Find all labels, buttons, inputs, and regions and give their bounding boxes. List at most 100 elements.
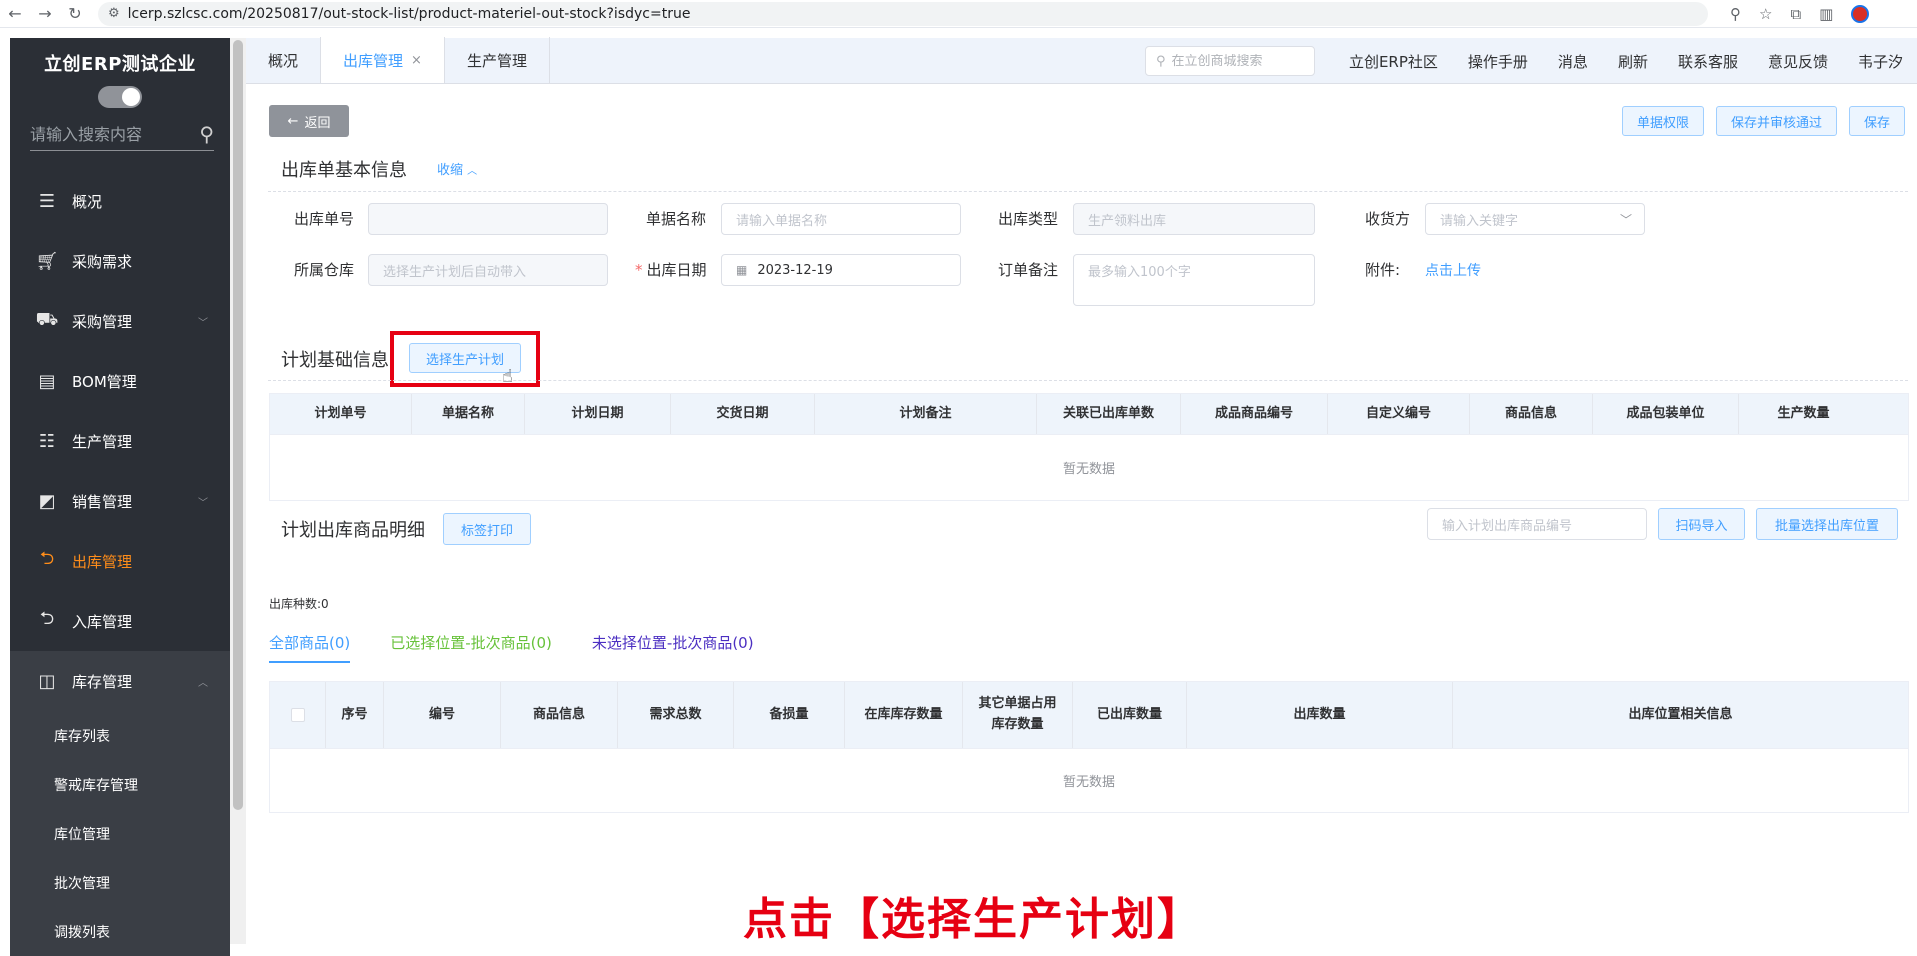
outbound-kind-count: 出库种数:0 (269, 597, 329, 611)
arrow-left-icon: ← (287, 113, 299, 129)
product-code-input[interactable]: 输入计划出库商品编号 (1427, 508, 1647, 540)
list-icon: ☰ (38, 190, 56, 212)
inbound-icon: ⮌ (39, 608, 55, 629)
filter-tab-all[interactable]: 全部商品(0) (269, 632, 351, 663)
sidebar-item-purchase-management[interactable]: ⛟ 采购管理 ﹀ (10, 291, 230, 351)
highlight-box (390, 331, 540, 387)
messages-link[interactable]: 消息 (1558, 51, 1588, 72)
forward-arrow-icon[interactable]: → (30, 4, 60, 23)
select-all-checkbox[interactable] (290, 708, 305, 722)
basic-info-title: 出库单基本信息 (281, 160, 407, 181)
filter-tab-selected-location[interactable]: 已选择位置-批次商品(0) (390, 632, 552, 663)
save-approve-button[interactable]: 保存并审核通过 (1715, 106, 1837, 136)
sidepanel-icon[interactable]: ▥ (1819, 5, 1833, 23)
reload-icon[interactable]: ↻ (60, 4, 90, 23)
save-button[interactable]: 保存 (1848, 106, 1905, 136)
mall-search-input[interactable] (1171, 53, 1302, 69)
close-icon[interactable]: × (411, 53, 422, 68)
sidebar-item-bom[interactable]: ▤ BOM管理 (10, 351, 230, 411)
hand-cursor-icon: ☝ (502, 366, 513, 387)
sidebar-subitem-location[interactable]: 库位管理 (10, 809, 230, 858)
warehouse-label: 所属仓库 (294, 261, 355, 279)
sidebar-item-outbound[interactable]: ⮌ 出库管理 (10, 531, 230, 591)
manual-link[interactable]: 操作手册 (1468, 51, 1528, 72)
url-text: lcerp.szlcsc.com/20250817/out-stock-list… (127, 5, 691, 22)
sidebar-item-label: BOM管理 (72, 372, 137, 391)
sidebar-item-production[interactable]: ☷ 生产管理 (10, 411, 230, 471)
extensions-icon[interactable]: ⧉ (1790, 5, 1801, 23)
outbound-type-field: 生产领料出库 (1073, 203, 1315, 235)
sidebar-item-label: 采购需求 (72, 252, 133, 271)
tab-label: 生产管理 (466, 51, 527, 70)
collapse-label: 收缩 (437, 163, 464, 178)
sidebar-subitem-stock-list[interactable]: 库存列表 (10, 711, 230, 760)
sidebar-subitem-alert-stock[interactable]: 警戒库存管理 (10, 760, 230, 809)
filter-tabs: 全部商品(0) 已选择位置-批次商品(0) 未选择位置-批次商品(0) (269, 632, 754, 663)
search-icon[interactable]: ⚲ (199, 122, 214, 146)
sidebar-search-input[interactable] (30, 124, 180, 144)
sidebar-subitem-transfer[interactable]: 调拨列表 (10, 907, 230, 956)
back-arrow-icon[interactable]: ← (0, 4, 30, 23)
theme-toggle[interactable] (98, 86, 142, 108)
sidebar-scrollbar-thumb[interactable] (233, 40, 243, 810)
remark-textarea[interactable]: 最多输入100个字 (1073, 254, 1315, 306)
sidebar-item-label: 出库管理 (72, 552, 133, 571)
column-header: 自定义编号 (1328, 394, 1470, 434)
sidebar-item-inbound[interactable]: ⮌ 入库管理 (10, 591, 230, 651)
sidebar-subitem-batch[interactable]: 批次管理 (10, 858, 230, 907)
filter-tab-unselected-location[interactable]: 未选择位置-批次商品(0) (592, 632, 754, 663)
sidebar-item-inventory[interactable]: ◫ 库存管理 ︿ (10, 651, 230, 711)
chevron-down-icon: ﹀ (198, 497, 208, 509)
tab-overview[interactable]: 概况 (246, 37, 322, 83)
column-header: 商品信息 (501, 682, 618, 748)
column-header: 关联已出库单数 (1037, 394, 1181, 434)
label-print-button[interactable]: 标签打印 (443, 513, 531, 545)
receiver-label: 收货方 (1365, 210, 1411, 228)
zoom-icon[interactable]: ⚲ (1730, 5, 1741, 23)
sidebar-item-overview[interactable]: ☰ 概况 (10, 171, 230, 231)
column-header: 出库位置相关信息 (1628, 706, 1733, 722)
outbound-date-value: 2023-12-19 (757, 262, 833, 278)
production-icon: ☷ (38, 430, 56, 452)
outbound-date-label-text: 出库日期 (646, 261, 707, 279)
permission-button[interactable]: 单据权限 (1621, 106, 1704, 136)
mall-search: ⚲ (1144, 46, 1315, 76)
bom-icon: ▤ (38, 370, 56, 392)
search-icon: ⚲ (1155, 53, 1166, 69)
order-no-field (368, 203, 608, 235)
bookmark-star-icon[interactable]: ☆ (1759, 5, 1772, 23)
address-bar[interactable]: ⚙ lcerp.szlcsc.com/20250817/out-stock-li… (98, 1, 1708, 26)
inventory-icon: ◫ (38, 670, 56, 692)
upload-link[interactable]: 点击上传 (1425, 260, 1481, 280)
site-info-icon[interactable]: ⚙ (108, 6, 120, 21)
back-button[interactable]: ← 返回 (269, 105, 349, 137)
column-header: 序号 (326, 682, 384, 748)
feedback-link[interactable]: 意见反馈 (1768, 51, 1828, 72)
sidebar-item-purchase-demand[interactable]: 🛒︎ 采购需求 (10, 231, 230, 291)
collapse-link[interactable]: 收缩 ︿ (437, 159, 477, 178)
doc-name-field[interactable]: 请输入单据名称 (721, 203, 961, 235)
column-header: 备损量 (734, 682, 845, 748)
refresh-link[interactable]: 刷新 (1618, 51, 1648, 72)
profile-avatar-icon[interactable] (1851, 4, 1870, 23)
sidebar-item-label: 生产管理 (72, 432, 133, 451)
divider (268, 380, 1908, 381)
community-link[interactable]: 立创ERP社区 (1349, 51, 1438, 72)
top-links: ⚲ 立创ERP社区 操作手册 消息 刷新 联系客服 意见反馈 韦子汐 (1144, 38, 1917, 84)
instruction-caption: 点击【选择生产计划】 (743, 894, 1203, 945)
outbound-date-picker[interactable]: ▦ 2023-12-19 (721, 254, 961, 286)
sidebar-item-sales[interactable]: ◩ 销售管理 ﹀ (10, 471, 230, 531)
scan-import-button[interactable]: 扫码导入 (1658, 508, 1745, 540)
sales-icon: ◩ (38, 490, 56, 512)
tab-label: 概况 (268, 51, 299, 70)
tab-outbound[interactable]: 出库管理 × (321, 37, 445, 83)
detail-title: 计划出库商品明细 (281, 520, 425, 541)
customer-service-link[interactable]: 联系客服 (1678, 51, 1738, 72)
user-name[interactable]: 韦子汐 (1858, 51, 1903, 72)
plan-table: 计划单号 单据名称 计划日期 交货日期 计划备注 关联已出库单数 成品商品编号 … (269, 393, 1909, 501)
column-header: 成品商品编号 (1181, 394, 1328, 434)
tab-production[interactable]: 生产管理 (445, 37, 550, 83)
detail-table-header: 序号 编号 商品信息 需求总数 备损量 在库库存数量 其它单据占用库存数量 已出… (270, 682, 1908, 748)
receiver-select[interactable]: 请输入关键字 ﹀ (1425, 203, 1645, 235)
batch-select-location-button[interactable]: 批量选择出库位置 (1756, 508, 1898, 540)
